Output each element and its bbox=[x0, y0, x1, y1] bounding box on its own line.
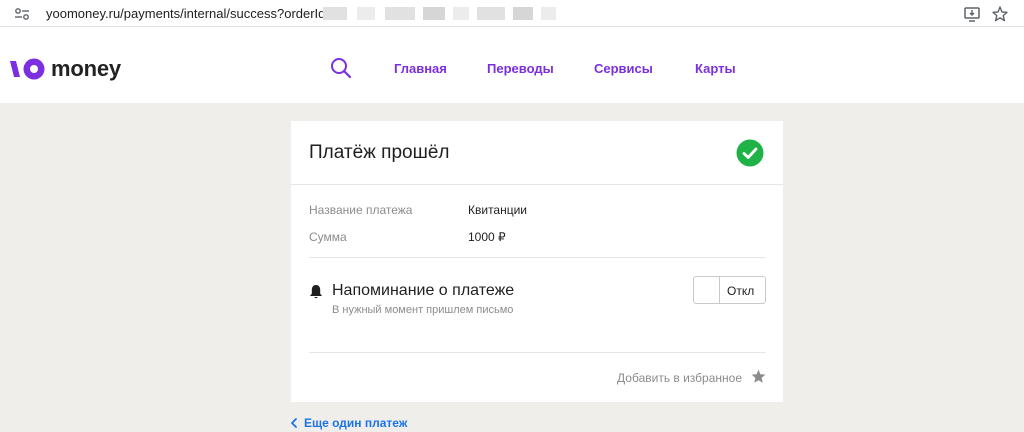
bookmark-star-icon[interactable] bbox=[991, 5, 1009, 23]
payment-name-value: Квитанции bbox=[468, 203, 528, 217]
chevron-left-icon bbox=[291, 418, 297, 428]
browser-address-bar: yoomoney.ru/payments/internal/success?or… bbox=[0, 0, 1024, 27]
install-app-icon[interactable] bbox=[963, 5, 981, 23]
search-icon[interactable] bbox=[330, 57, 352, 79]
nav-home[interactable]: Главная bbox=[394, 61, 447, 76]
nav-transfers[interactable]: Переводы bbox=[487, 61, 554, 76]
site-info-icon[interactable] bbox=[14, 7, 30, 21]
redacted-order-id bbox=[323, 7, 556, 20]
reminder-toggle[interactable]: Откл bbox=[693, 276, 766, 304]
reminder-title: Напоминание о платеже bbox=[332, 282, 515, 299]
bell-icon bbox=[310, 285, 322, 299]
site-header: money Главная Переводы Сервисы Карты bbox=[0, 27, 1024, 103]
payment-success-card: Платёж прошёл Название платежа Квитанции… bbox=[291, 121, 783, 402]
payment-name-label: Название платежа bbox=[309, 203, 413, 217]
star-icon[interactable] bbox=[751, 369, 766, 384]
reminder-subtitle: В нужный момент пришлем письмо bbox=[332, 304, 514, 316]
address-url[interactable]: yoomoney.ru/payments/internal/success?or… bbox=[46, 6, 333, 21]
check-circle-icon bbox=[736, 139, 764, 167]
page-title: Платёж прошёл bbox=[309, 142, 450, 163]
amount-label: Сумма bbox=[309, 230, 347, 244]
toggle-label: Откл bbox=[727, 284, 755, 298]
toggle-knob bbox=[694, 277, 720, 303]
reminder-divider bbox=[309, 352, 766, 353]
amount-value: 1000 ₽ bbox=[468, 230, 506, 244]
nav-services[interactable]: Сервисы bbox=[594, 61, 653, 76]
add-to-favorites-link[interactable]: Добавить в избранное bbox=[617, 371, 742, 385]
details-divider bbox=[309, 257, 766, 258]
yoomoney-logo[interactable]: money bbox=[10, 56, 121, 81]
another-payment-label: Еще один платеж bbox=[304, 416, 408, 430]
yoomoney-logo-icon bbox=[10, 58, 45, 80]
card-divider bbox=[291, 184, 783, 185]
logo-text: money bbox=[51, 56, 121, 81]
nav-cards[interactable]: Карты bbox=[695, 61, 736, 76]
another-payment-link[interactable]: Еще один платеж bbox=[290, 416, 407, 430]
